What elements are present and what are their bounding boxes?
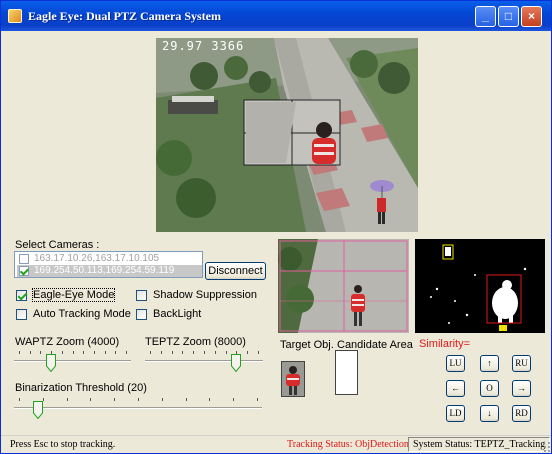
checkbox-box[interactable] bbox=[136, 290, 147, 301]
slider-tick bbox=[160, 351, 162, 354]
resize-grip-icon[interactable] bbox=[541, 440, 551, 452]
target-object-image bbox=[282, 362, 304, 396]
pan-left-down-button[interactable]: LD bbox=[446, 405, 465, 422]
checkbox-box[interactable] bbox=[16, 309, 27, 320]
teptz-zoom-slider[interactable] bbox=[145, 351, 263, 375]
slider-tick bbox=[93, 351, 95, 354]
wide-camera-frame bbox=[156, 38, 418, 232]
app-window: Eagle Eye: Dual PTZ Camera System _ □ × bbox=[0, 0, 552, 454]
slider-thumb[interactable] bbox=[33, 401, 44, 419]
title-bar[interactable]: Eagle Eye: Dual PTZ Camera System _ □ × bbox=[1, 1, 551, 31]
checkbox-label: Auto Tracking Mode bbox=[33, 308, 131, 320]
slider-tick bbox=[90, 398, 92, 401]
slider-track bbox=[145, 360, 263, 362]
app-icon bbox=[8, 9, 22, 23]
waptz-zoom-label: WAPTZ Zoom (4000) bbox=[15, 336, 120, 348]
pan-right-up-button[interactable]: RU bbox=[512, 355, 531, 372]
slider-tick bbox=[204, 351, 205, 354]
slider-tick bbox=[61, 351, 63, 354]
waptz-zoom-slider[interactable] bbox=[14, 351, 131, 375]
binarized-view[interactable] bbox=[415, 239, 545, 333]
frame-rate-overlay: 29.97 3366 bbox=[162, 39, 245, 53]
backlight-checkbox[interactable]: BackLight bbox=[136, 308, 216, 322]
slider-tick bbox=[161, 398, 163, 401]
slider-track bbox=[14, 360, 131, 362]
camera-checkbox[interactable] bbox=[19, 266, 29, 276]
status-bar: Press Esc to stop tracking. Tracking Sta… bbox=[1, 435, 551, 453]
slider-tick bbox=[257, 398, 258, 401]
tracking-status: Tracking Status: ObjDetection bbox=[287, 439, 409, 450]
slider-tick bbox=[171, 351, 173, 354]
slider-tick bbox=[115, 351, 117, 354]
tele-camera-view[interactable] bbox=[278, 239, 409, 333]
slider-tick bbox=[214, 351, 216, 354]
tele-camera-frame bbox=[278, 239, 409, 333]
slider-track bbox=[14, 407, 262, 409]
checkbox-box[interactable] bbox=[136, 309, 147, 320]
maximize-button[interactable]: □ bbox=[498, 6, 519, 27]
camera-address: 169.254.50.113,169.254.59.119 bbox=[34, 265, 175, 276]
minimize-button[interactable]: _ bbox=[475, 6, 496, 27]
system-status: System Status: TEPTZ_Tracking bbox=[408, 437, 551, 452]
slider-tick bbox=[66, 398, 68, 401]
slider-tick bbox=[247, 351, 249, 354]
slider-tick bbox=[258, 351, 259, 354]
select-cameras-label: Select Cameras : bbox=[15, 239, 100, 251]
checkbox-label: Eagle-Eye Mode bbox=[31, 288, 116, 302]
slider-tick bbox=[19, 351, 20, 354]
slider-tick bbox=[40, 351, 42, 354]
slider-tick bbox=[182, 351, 184, 354]
target-object-thumbnail bbox=[281, 361, 305, 397]
slider-tick bbox=[83, 351, 85, 354]
pan-right-down-button[interactable]: RD bbox=[512, 405, 531, 422]
camera-item[interactable]: 169.254.50.113,169.254.59.119 bbox=[17, 265, 202, 277]
main-video-view[interactable]: 29.97 3366 bbox=[156, 38, 418, 232]
slider-tick bbox=[126, 351, 127, 354]
slider-tick bbox=[114, 398, 116, 401]
slider-tick bbox=[209, 398, 211, 401]
slider-tick bbox=[185, 398, 187, 401]
candidate-area-thumbnail bbox=[335, 350, 358, 395]
camera-item[interactable]: 163.17.10.26,163.17.10.105 bbox=[17, 253, 202, 265]
pan-left-button[interactable]: ← bbox=[446, 380, 465, 397]
shadow-suppression-checkbox[interactable]: Shadow Suppression bbox=[136, 289, 257, 303]
disconnect-button[interactable]: Disconnect bbox=[205, 262, 266, 280]
binarization-threshold-slider[interactable] bbox=[14, 398, 262, 422]
similarity-label: Similarity= bbox=[419, 338, 471, 350]
ptz-center-button[interactable]: O bbox=[480, 380, 499, 397]
slider-tick bbox=[19, 398, 20, 401]
binary-mask-frame bbox=[415, 239, 545, 333]
slider-tick bbox=[104, 351, 106, 354]
pan-left-up-button[interactable]: LU bbox=[446, 355, 465, 372]
camera-list[interactable]: 163.17.10.26,163.17.10.105 169.254.50.11… bbox=[14, 251, 203, 278]
slider-thumb[interactable] bbox=[46, 354, 57, 372]
pan-right-button[interactable]: → bbox=[512, 380, 531, 397]
eagle-eye-mode-checkbox[interactable]: Eagle-Eye Mode bbox=[16, 288, 126, 303]
checkbox-label: Shadow Suppression bbox=[153, 289, 257, 301]
binarization-threshold-label: Binarization Threshold (20) bbox=[15, 382, 147, 394]
tilt-up-button[interactable]: ↑ bbox=[480, 355, 499, 372]
camera-address: 163.17.10.26,163.17.10.105 bbox=[34, 253, 160, 264]
slider-tick bbox=[150, 351, 151, 354]
tilt-down-button[interactable]: ↓ bbox=[480, 405, 499, 422]
auto-tracking-mode-checkbox[interactable]: Auto Tracking Mode bbox=[16, 308, 131, 322]
checkbox-label: BackLight bbox=[153, 308, 202, 320]
checkbox-box[interactable] bbox=[16, 290, 27, 301]
slider-tick bbox=[72, 351, 74, 354]
slider-tick bbox=[29, 351, 31, 354]
target-object-label: Target Obj. bbox=[280, 339, 334, 351]
slider-tick bbox=[193, 351, 195, 354]
camera-checkbox[interactable] bbox=[19, 254, 29, 264]
slider-tick bbox=[138, 398, 139, 401]
slider-tick bbox=[225, 351, 227, 354]
slider-tick bbox=[233, 398, 235, 401]
teptz-zoom-label: TEPTZ Zoom (8000) bbox=[145, 336, 246, 348]
status-hint: Press Esc to stop tracking. bbox=[10, 439, 116, 450]
close-button[interactable]: × bbox=[521, 6, 542, 27]
slider-thumb[interactable] bbox=[231, 354, 242, 372]
window-title: Eagle Eye: Dual PTZ Camera System bbox=[28, 9, 221, 23]
